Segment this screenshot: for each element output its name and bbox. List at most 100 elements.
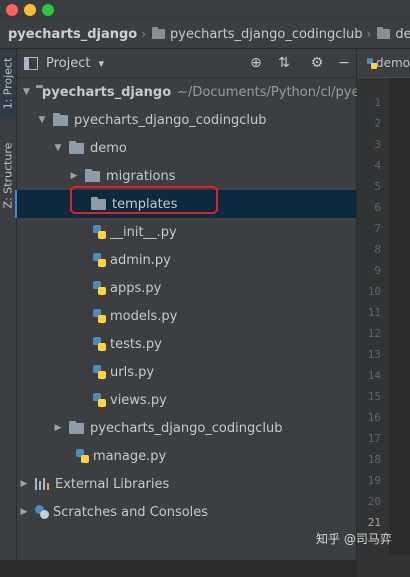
- chevron-right-icon[interactable]: ▶: [53, 423, 63, 433]
- tree-item-label: apps.py: [110, 280, 162, 296]
- tab-structure[interactable]: Z: Structure: [0, 129, 16, 221]
- line-number: 15: [367, 390, 381, 403]
- folder-icon: [69, 420, 84, 434]
- project-panel: Project ▾ ⊕ ⇅ ⚙ − ▼ pyecharts_django ~/D…: [15, 49, 367, 560]
- line-number: 1: [374, 96, 381, 109]
- tab-project-label: 1: Project: [1, 57, 15, 109]
- folder-icon: [69, 140, 84, 154]
- python-file-icon: [93, 365, 106, 379]
- chevron-right-icon[interactable]: ▶: [19, 507, 29, 517]
- tree-item-label: Scratches and Consoles: [53, 504, 209, 520]
- line-number: 21: [367, 516, 381, 529]
- minimize-icon[interactable]: −: [335, 54, 353, 72]
- tree-item-libraries[interactable]: ▶ External Libraries: [17, 470, 356, 498]
- tree-item-templates[interactable]: templates: [15, 190, 356, 218]
- line-number: 3: [374, 138, 381, 151]
- breadcrumb-label: pyecharts_django_codingclub: [170, 26, 363, 42]
- tree-item-root[interactable]: ▼ pyecharts_django ~/Documents/Python/cl…: [17, 78, 367, 106]
- tab-project[interactable]: 1: Project: [0, 49, 16, 117]
- python-file-icon: [93, 253, 106, 267]
- python-file-icon: [93, 225, 106, 239]
- tree-item-label: __init__.py: [110, 224, 177, 240]
- zoom-window-button[interactable]: [42, 4, 54, 16]
- tree-item-file[interactable]: urls.py: [17, 358, 356, 386]
- tool-window-strip: 1: Project Z: Structure: [0, 49, 17, 560]
- tree-item-label: templates: [112, 196, 178, 212]
- line-number: 2: [374, 117, 381, 130]
- watermark: 知乎 @司马弈: [316, 532, 392, 546]
- tree-item-label: views.py: [110, 392, 167, 408]
- tree-item-sibling[interactable]: ▶ pyecharts_django_codingclub: [17, 414, 356, 442]
- chevron-right-icon: ›: [366, 27, 372, 41]
- python-file-icon: [76, 449, 89, 463]
- gear-icon[interactable]: ⚙: [308, 54, 326, 72]
- tab-structure-label: Z: Structure: [1, 142, 15, 208]
- tree-item-label: migrations: [106, 168, 176, 184]
- folder-icon: [377, 27, 391, 39]
- line-number: 20: [367, 495, 381, 508]
- folder-icon: [152, 27, 166, 39]
- close-window-button[interactable]: [6, 4, 18, 16]
- chevron-down-icon[interactable]: ▾: [98, 57, 104, 70]
- tree-item-label: External Libraries: [55, 476, 170, 492]
- folder-icon: [53, 112, 68, 126]
- line-number: 12: [367, 327, 381, 340]
- tree-item-file[interactable]: admin.py: [17, 246, 356, 274]
- tree-item-label: urls.py: [110, 364, 155, 380]
- tree-item-manage[interactable]: manage.py: [17, 442, 356, 470]
- tree-item-label: admin.py: [110, 252, 171, 268]
- line-number: 10: [367, 285, 381, 298]
- python-file-icon: [93, 337, 106, 351]
- tree-item-label: manage.py: [93, 448, 167, 464]
- collapse-icon[interactable]: ⇅: [275, 54, 293, 72]
- tree-item-file[interactable]: models.py: [17, 302, 356, 330]
- line-number: 8: [374, 243, 381, 256]
- breadcrumb-item[interactable]: pyecharts_django_codingclub ›: [152, 27, 377, 42]
- window-titlebar: [0, 0, 410, 20]
- folder-icon: [85, 168, 100, 182]
- chevron-right-icon: ›: [141, 27, 147, 41]
- project-panel-header: Project ▾ ⊕ ⇅ ⚙ −: [17, 49, 356, 78]
- chevron-right-icon[interactable]: ▶: [19, 479, 29, 489]
- chevron-right-icon[interactable]: ▶: [69, 171, 79, 181]
- target-icon[interactable]: ⊕: [247, 54, 265, 72]
- line-number: 18: [367, 453, 381, 466]
- tree-item-file[interactable]: tests.py: [17, 330, 356, 358]
- tree-item-file[interactable]: apps.py: [17, 274, 356, 302]
- chevron-down-icon[interactable]: ▼: [53, 143, 63, 153]
- editor-area: demo 1 2 3 4 5 6 7 8 9 10 11 12 13 14 15 16 17 18 19 20 21: [357, 49, 410, 577]
- tree-item-demo[interactable]: ▼ demo: [17, 134, 356, 162]
- python-file-icon: [367, 57, 377, 69]
- tree-item-label: models.py: [110, 308, 178, 324]
- panel-title[interactable]: Project: [46, 56, 90, 71]
- breadcrumb-item[interactable]: pyecharts_django ›: [8, 27, 152, 42]
- tree-item-file[interactable]: views.py: [17, 386, 356, 414]
- line-number: 16: [367, 411, 381, 424]
- tree-item-label: tests.py: [110, 336, 162, 352]
- tree-item-label: pyecharts_django: [41, 84, 172, 100]
- editor-tab[interactable]: demo: [357, 49, 410, 78]
- chevron-down-icon[interactable]: ▼: [23, 87, 30, 97]
- folder-icon: [91, 196, 106, 210]
- tree-item-file[interactable]: __init__.py: [17, 218, 356, 246]
- project-icon: [24, 56, 38, 70]
- line-number: 19: [367, 474, 381, 487]
- python-file-icon: [93, 393, 106, 407]
- line-number: 7: [374, 222, 381, 235]
- tree-item-migrations[interactable]: ▶ migrations: [17, 162, 356, 190]
- tree-item-inner[interactable]: ▼ pyecharts_django_codingclub: [17, 106, 356, 134]
- breadcrumb: pyecharts_django › pyecharts_django_codin…: [0, 20, 410, 49]
- chevron-down-icon[interactable]: ▼: [37, 115, 47, 125]
- line-number-gutter: 1 2 3 4 5 6 7 8 9 10 11 12 13 14 15 16 17 18 19 20 21: [357, 78, 389, 560]
- breadcrumb-label: pyecharts_django: [8, 26, 138, 42]
- tree-item-label: pyecharts_django_codingclub: [74, 112, 267, 128]
- scratches-icon: [35, 505, 49, 519]
- python-file-icon: [93, 281, 106, 295]
- breadcrumb-label: demo: [395, 26, 410, 42]
- tree-item-scratches[interactable]: ▶ Scratches and Consoles: [17, 498, 356, 526]
- tree-item-path: ~/Documents/Python/cl/pyec: [177, 84, 367, 100]
- line-number: 9: [374, 264, 381, 277]
- tree-item-label: pyecharts_django_codingclub: [90, 420, 283, 436]
- minimize-window-button[interactable]: [24, 4, 36, 16]
- breadcrumb-item[interactable]: demo›: [377, 27, 410, 42]
